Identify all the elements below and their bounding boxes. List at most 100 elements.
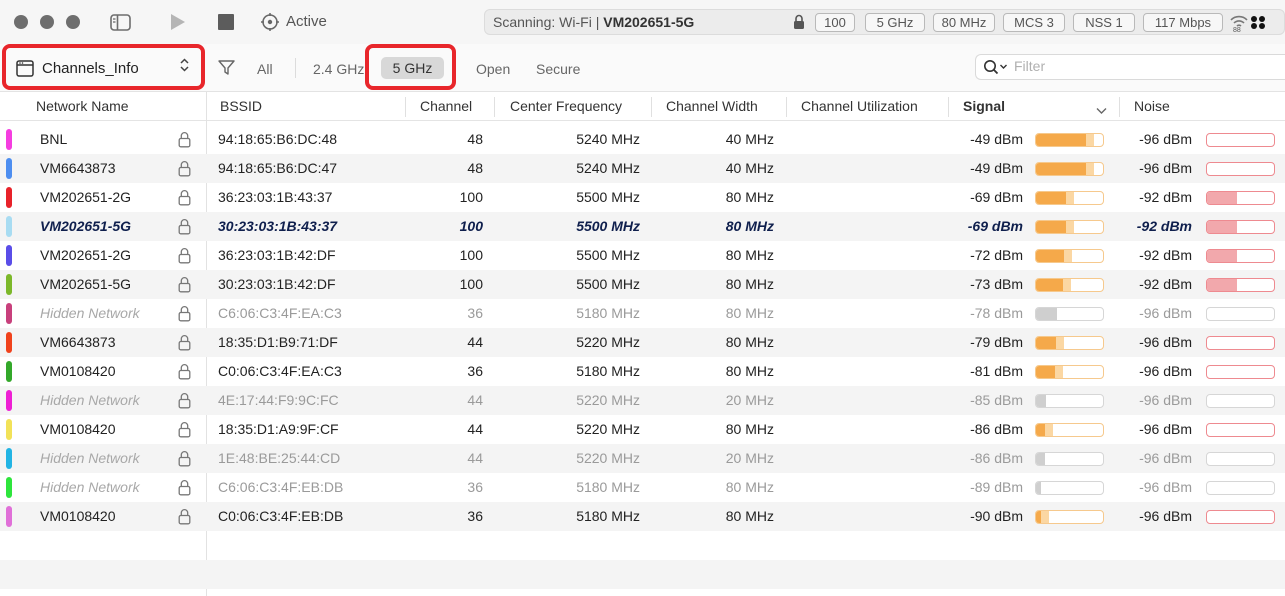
column-signal[interactable]: Signal (963, 98, 1005, 114)
signal-bar (1035, 249, 1104, 263)
filter-2-4ghz[interactable]: 2.4 GHz (313, 61, 364, 77)
rate-pill: 117 Mbps (1143, 13, 1223, 32)
signal-value: -81 dBm (970, 363, 1023, 379)
sort-chevron-down-icon[interactable] (1096, 102, 1107, 118)
play-icon[interactable] (168, 12, 188, 32)
empty-row (0, 560, 1285, 589)
lock-icon (178, 392, 191, 412)
column-center-frequency[interactable]: Center Frequency (510, 98, 622, 114)
bssid: 36:23:03:1B:43:37 (218, 189, 333, 205)
signal-value: -79 dBm (970, 334, 1023, 350)
network-table: BNL 94:18:65:B6:DC:48 48 5240 MHz 40 MHz -49 … (0, 125, 1285, 589)
table-row[interactable]: VM202651-2G 36:23:03:1B:42:DF 100 5500 MHz 8… (0, 241, 1285, 270)
stop-icon[interactable] (217, 12, 235, 32)
filter-secure[interactable]: Secure (536, 61, 580, 77)
column-divider (494, 97, 495, 117)
search-icon[interactable] (983, 59, 1009, 78)
column-channel[interactable]: Channel (420, 98, 472, 114)
signal-bar (1035, 365, 1104, 379)
network-color-swatch (6, 419, 12, 440)
table-row[interactable]: Hidden Network 4E:17:44:F9:9C:FC 44 5220 MH… (0, 386, 1285, 415)
noise-bar (1206, 336, 1275, 350)
column-divider (786, 97, 787, 117)
table-row[interactable]: VM202651-2G 36:23:03:1B:43:37 100 5500 MHz 8… (0, 183, 1285, 212)
signal-value: -89 dBm (970, 479, 1023, 495)
network-color-swatch (6, 506, 12, 527)
channel-width: 80 MHz (725, 247, 774, 263)
channel: 100 (459, 189, 483, 205)
network-name: Hidden Network (40, 479, 140, 495)
noise-bar (1206, 481, 1275, 495)
signal-bar (1035, 307, 1104, 321)
channel-width: 40 MHz (725, 131, 774, 147)
noise-bar (1206, 423, 1275, 437)
signal-bar-fill (1036, 366, 1055, 378)
signal-bar (1035, 220, 1104, 234)
column-bssid[interactable]: BSSID (220, 98, 262, 114)
wifi-signal-icon: 88 (1229, 13, 1249, 35)
scanning-label: Scanning: Wi-Fi | (493, 14, 600, 30)
lock-icon (178, 450, 191, 470)
minimize-window-button[interactable] (40, 15, 54, 29)
grid-dots-icon[interactable] (1250, 15, 1266, 33)
network-name: VM6643873 (40, 334, 116, 350)
table-row[interactable]: VM6643873 18:35:D1:B9:71:DF 44 5220 MHz 80 M… (0, 328, 1285, 357)
column-channel-utilization[interactable]: Channel Utilization (801, 98, 918, 114)
lock-icon (178, 247, 191, 267)
channel: 48 (467, 160, 483, 176)
table-row[interactable]: VM0108420 C0:06:C3:4F:EB:DB 36 5180 MHz 80 M… (0, 502, 1285, 531)
filter-open[interactable]: Open (476, 61, 510, 77)
zoom-window-button[interactable] (66, 15, 80, 29)
channel: 48 (467, 131, 483, 147)
signal-bar-fill (1036, 337, 1057, 349)
noise-value: -96 dBm (1139, 479, 1192, 495)
table-row[interactable]: BNL 94:18:65:B6:DC:48 48 5240 MHz 40 MHz -49 … (0, 125, 1285, 154)
table-row[interactable]: Hidden Network 1E:48:BE:25:44:CD 44 5220 MH… (0, 444, 1285, 473)
signal-bar (1035, 191, 1104, 205)
noise-value: -96 dBm (1139, 160, 1192, 176)
table-row[interactable]: Hidden Network C6:06:C3:4F:EB:DB 36 5180 MH… (0, 473, 1285, 502)
filter-all[interactable]: All (257, 61, 273, 77)
signal-bar-peak (1054, 366, 1063, 378)
channel: 44 (467, 392, 483, 408)
lock-icon (178, 218, 191, 238)
filter-funnel-icon[interactable] (218, 59, 235, 79)
signal-bar-fill (1036, 250, 1065, 262)
filter-5ghz[interactable]: 5 GHz (381, 57, 444, 79)
lock-icon (793, 14, 805, 33)
noise-bar (1206, 278, 1275, 292)
table-row[interactable]: VM6643873 94:18:65:B6:DC:47 48 5240 MHz 40 M… (0, 154, 1285, 183)
profile-selector[interactable]: Channels_Info (2, 44, 205, 90)
center-frequency: 5220 MHz (576, 450, 640, 466)
close-window-button[interactable] (14, 15, 28, 29)
center-frequency: 5220 MHz (576, 421, 640, 437)
table-row[interactable]: VM0108420 C0:06:C3:4F:EA:C3 36 5180 MHz 80 M… (0, 357, 1285, 386)
network-name: Hidden Network (40, 305, 140, 321)
sidebar-toggle-icon[interactable] (109, 12, 131, 32)
signal-bar-fill (1036, 134, 1087, 146)
center-frequency: 5180 MHz (576, 479, 640, 495)
column-channel-width[interactable]: Channel Width (666, 98, 758, 114)
center-frequency: 5500 MHz (576, 247, 640, 263)
channel-width: 20 MHz (725, 450, 774, 466)
signal-value: -72 dBm (970, 247, 1023, 263)
table-row[interactable]: VM202651-5G 30:23:03:1B:42:DF 100 5500 MHz 8… (0, 270, 1285, 299)
scan-status: Active (286, 13, 327, 30)
table-row[interactable]: Hidden Network C6:06:C3:4F:EA:C3 36 5180 MH… (0, 299, 1285, 328)
channel-width: 80 MHz (725, 363, 774, 379)
column-noise[interactable]: Noise (1134, 98, 1170, 114)
signal-bar (1035, 481, 1104, 495)
search-input[interactable] (1014, 58, 1264, 74)
network-color-swatch (6, 361, 12, 382)
channel-width: 80 MHz (725, 276, 774, 292)
table-row[interactable]: VM0108420 18:35:D1:A9:9F:CF 44 5220 MHz 80 M… (0, 415, 1285, 444)
signal-value: -90 dBm (970, 508, 1023, 524)
signal-bar-fill (1036, 308, 1058, 320)
chevron-updown-icon (180, 58, 189, 74)
channel-width: 80 MHz (725, 305, 774, 321)
table-row[interactable]: VM202651-5G 30:23:03:1B:43:37 100 5500 MHz 8… (0, 212, 1285, 241)
center-frequency: 5240 MHz (576, 160, 640, 176)
column-network-name[interactable]: Network Name (36, 98, 129, 114)
bssid: 94:18:65:B6:DC:48 (218, 131, 338, 147)
width-pill: 80 MHz (933, 13, 995, 32)
